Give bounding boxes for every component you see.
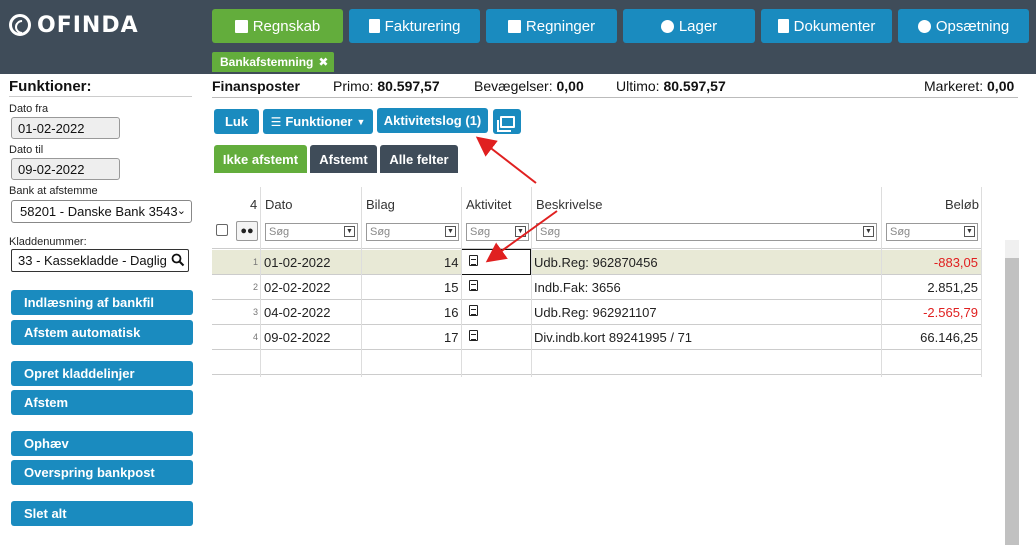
annotation-arrow-to-activity-icon (485, 210, 558, 263)
annotation-arrow-to-activity-log (475, 136, 537, 184)
annotation-arrows (475, 136, 558, 263)
